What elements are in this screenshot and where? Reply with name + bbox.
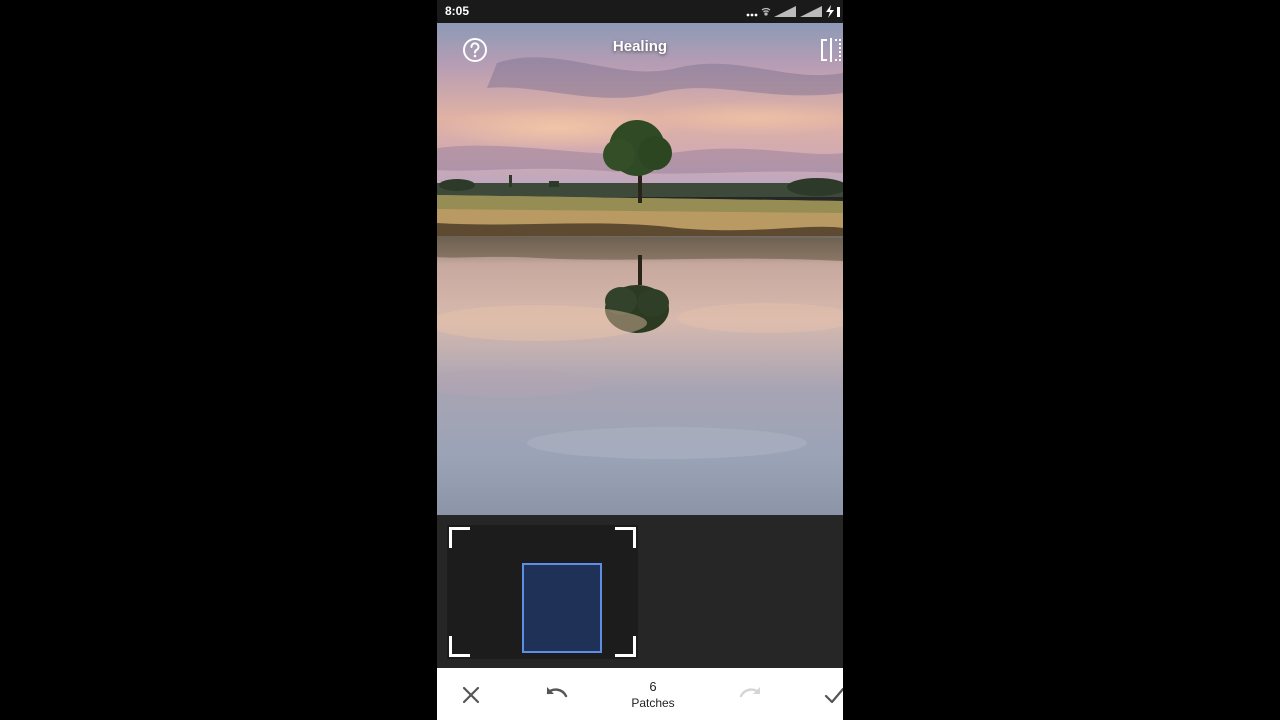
corner-marker <box>615 636 636 657</box>
corner-marker <box>449 527 470 548</box>
signal-icon <box>800 6 822 17</box>
phone-screen: 8:05 Healing 6 Patches <box>437 0 843 720</box>
navigator-minimap[interactable] <box>447 525 638 659</box>
undo-button[interactable] <box>544 683 568 707</box>
apply-button[interactable] <box>823 683 843 707</box>
more-dots-icon <box>746 13 758 17</box>
status-bar: 8:05 <box>437 0 843 23</box>
status-icons <box>745 3 841 19</box>
compare-button[interactable] <box>819 37 843 63</box>
help-circle-icon <box>463 38 487 62</box>
battery-icon <box>837 7 840 17</box>
close-icon <box>462 686 480 704</box>
patch-count: 6 <box>649 679 657 694</box>
wifi-icon <box>761 7 771 16</box>
check-icon <box>824 687 843 704</box>
navigator-viewport[interactable] <box>522 563 602 653</box>
landscape-photo <box>437 23 843 515</box>
help-button[interactable] <box>461 36 489 64</box>
cancel-button[interactable] <box>459 683 483 707</box>
status-time: 8:05 <box>445 4 470 18</box>
charging-icon <box>826 5 834 18</box>
undo-icon <box>546 687 568 698</box>
photo-canvas[interactable]: Healing <box>437 23 843 515</box>
corner-marker <box>449 636 470 657</box>
tool-title: Healing <box>612 38 668 55</box>
corner-marker <box>615 527 636 548</box>
signal-icon <box>774 6 796 17</box>
tool-panel <box>437 515 843 668</box>
compare-split-icon <box>821 38 841 62</box>
bottom-toolbar: 6 Patches <box>437 668 843 720</box>
redo-icon <box>739 687 761 698</box>
patch-label: Patches <box>631 696 675 710</box>
redo-button[interactable] <box>737 683 761 707</box>
